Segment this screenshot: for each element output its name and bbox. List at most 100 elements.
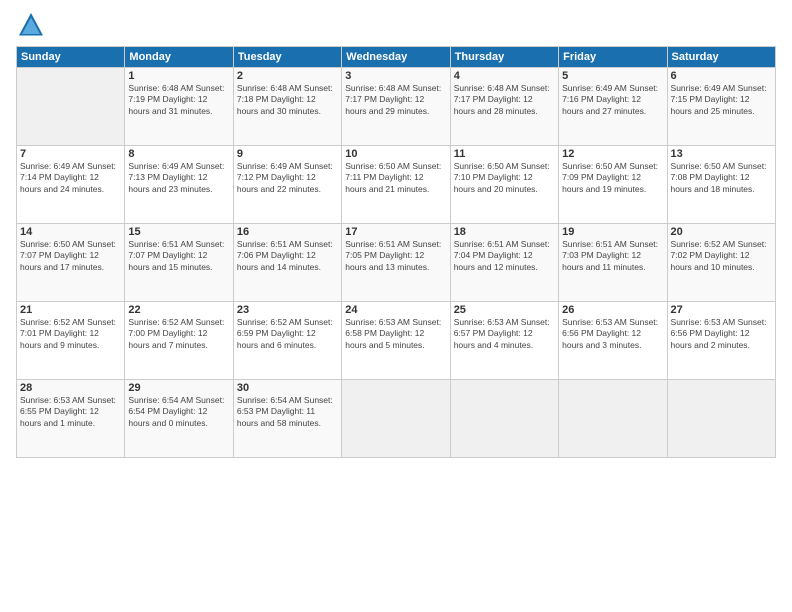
day-number: 3 — [345, 70, 446, 82]
calendar-cell: 12Sunrise: 6:50 AM Sunset: 7:09 PM Dayli… — [559, 146, 667, 224]
cell-content: Sunrise: 6:50 AM Sunset: 7:09 PM Dayligh… — [562, 161, 663, 195]
cell-content: Sunrise: 6:48 AM Sunset: 7:17 PM Dayligh… — [454, 83, 555, 117]
week-row-5: 28Sunrise: 6:53 AM Sunset: 6:55 PM Dayli… — [17, 380, 776, 458]
calendar-cell: 27Sunrise: 6:53 AM Sunset: 6:56 PM Dayli… — [667, 302, 775, 380]
cell-content: Sunrise: 6:50 AM Sunset: 7:08 PM Dayligh… — [671, 161, 772, 195]
calendar-cell: 22Sunrise: 6:52 AM Sunset: 7:00 PM Dayli… — [125, 302, 233, 380]
calendar-cell: 1Sunrise: 6:48 AM Sunset: 7:19 PM Daylig… — [125, 68, 233, 146]
calendar-cell — [342, 380, 450, 458]
cell-content: Sunrise: 6:50 AM Sunset: 7:07 PM Dayligh… — [20, 239, 121, 273]
calendar-cell: 26Sunrise: 6:53 AM Sunset: 6:56 PM Dayli… — [559, 302, 667, 380]
calendar-cell: 29Sunrise: 6:54 AM Sunset: 6:54 PM Dayli… — [125, 380, 233, 458]
cell-content: Sunrise: 6:51 AM Sunset: 7:03 PM Dayligh… — [562, 239, 663, 273]
day-number: 15 — [128, 226, 229, 238]
page: SundayMondayTuesdayWednesdayThursdayFrid… — [0, 0, 792, 612]
day-number: 22 — [128, 304, 229, 316]
calendar-cell: 4Sunrise: 6:48 AM Sunset: 7:17 PM Daylig… — [450, 68, 558, 146]
weekday-header-thursday: Thursday — [450, 47, 558, 68]
cell-content: Sunrise: 6:49 AM Sunset: 7:16 PM Dayligh… — [562, 83, 663, 117]
day-number: 12 — [562, 148, 663, 160]
cell-content: Sunrise: 6:49 AM Sunset: 7:15 PM Dayligh… — [671, 83, 772, 117]
calendar-cell: 24Sunrise: 6:53 AM Sunset: 6:58 PM Dayli… — [342, 302, 450, 380]
day-number: 17 — [345, 226, 446, 238]
day-number: 8 — [128, 148, 229, 160]
calendar-cell: 7Sunrise: 6:49 AM Sunset: 7:14 PM Daylig… — [17, 146, 125, 224]
cell-content: Sunrise: 6:51 AM Sunset: 7:06 PM Dayligh… — [237, 239, 338, 273]
calendar-cell: 13Sunrise: 6:50 AM Sunset: 7:08 PM Dayli… — [667, 146, 775, 224]
day-number: 16 — [237, 226, 338, 238]
calendar-cell: 8Sunrise: 6:49 AM Sunset: 7:13 PM Daylig… — [125, 146, 233, 224]
calendar-cell — [559, 380, 667, 458]
day-number: 10 — [345, 148, 446, 160]
calendar-cell: 10Sunrise: 6:50 AM Sunset: 7:11 PM Dayli… — [342, 146, 450, 224]
weekday-header-sunday: Sunday — [17, 47, 125, 68]
cell-content: Sunrise: 6:49 AM Sunset: 7:12 PM Dayligh… — [237, 161, 338, 195]
cell-content: Sunrise: 6:53 AM Sunset: 6:56 PM Dayligh… — [671, 317, 772, 351]
cell-content: Sunrise: 6:53 AM Sunset: 6:56 PM Dayligh… — [562, 317, 663, 351]
day-number: 18 — [454, 226, 555, 238]
weekday-header-wednesday: Wednesday — [342, 47, 450, 68]
weekday-header-monday: Monday — [125, 47, 233, 68]
day-number: 23 — [237, 304, 338, 316]
cell-content: Sunrise: 6:54 AM Sunset: 6:54 PM Dayligh… — [128, 395, 229, 429]
day-number: 25 — [454, 304, 555, 316]
day-number: 11 — [454, 148, 555, 160]
weekday-header-saturday: Saturday — [667, 47, 775, 68]
calendar-cell: 28Sunrise: 6:53 AM Sunset: 6:55 PM Dayli… — [17, 380, 125, 458]
day-number: 24 — [345, 304, 446, 316]
day-number: 6 — [671, 70, 772, 82]
cell-content: Sunrise: 6:50 AM Sunset: 7:10 PM Dayligh… — [454, 161, 555, 195]
calendar-cell: 6Sunrise: 6:49 AM Sunset: 7:15 PM Daylig… — [667, 68, 775, 146]
calendar-cell: 9Sunrise: 6:49 AM Sunset: 7:12 PM Daylig… — [233, 146, 341, 224]
calendar-cell: 14Sunrise: 6:50 AM Sunset: 7:07 PM Dayli… — [17, 224, 125, 302]
calendar-cell: 16Sunrise: 6:51 AM Sunset: 7:06 PM Dayli… — [233, 224, 341, 302]
cell-content: Sunrise: 6:53 AM Sunset: 6:57 PM Dayligh… — [454, 317, 555, 351]
calendar-cell: 11Sunrise: 6:50 AM Sunset: 7:10 PM Dayli… — [450, 146, 558, 224]
calendar-cell: 18Sunrise: 6:51 AM Sunset: 7:04 PM Dayli… — [450, 224, 558, 302]
cell-content: Sunrise: 6:52 AM Sunset: 7:00 PM Dayligh… — [128, 317, 229, 351]
calendar-cell: 30Sunrise: 6:54 AM Sunset: 6:53 PM Dayli… — [233, 380, 341, 458]
calendar-cell: 19Sunrise: 6:51 AM Sunset: 7:03 PM Dayli… — [559, 224, 667, 302]
calendar-cell — [450, 380, 558, 458]
day-number: 30 — [237, 382, 338, 394]
cell-content: Sunrise: 6:52 AM Sunset: 7:01 PM Dayligh… — [20, 317, 121, 351]
day-number: 26 — [562, 304, 663, 316]
day-number: 27 — [671, 304, 772, 316]
calendar-cell — [667, 380, 775, 458]
day-number: 13 — [671, 148, 772, 160]
cell-content: Sunrise: 6:52 AM Sunset: 6:59 PM Dayligh… — [237, 317, 338, 351]
cell-content: Sunrise: 6:51 AM Sunset: 7:05 PM Dayligh… — [345, 239, 446, 273]
cell-content: Sunrise: 6:49 AM Sunset: 7:14 PM Dayligh… — [20, 161, 121, 195]
day-number: 5 — [562, 70, 663, 82]
day-number: 4 — [454, 70, 555, 82]
calendar-cell: 5Sunrise: 6:49 AM Sunset: 7:16 PM Daylig… — [559, 68, 667, 146]
weekday-header-row: SundayMondayTuesdayWednesdayThursdayFrid… — [17, 47, 776, 68]
day-number: 29 — [128, 382, 229, 394]
calendar-cell: 25Sunrise: 6:53 AM Sunset: 6:57 PM Dayli… — [450, 302, 558, 380]
logo-icon — [16, 10, 46, 40]
cell-content: Sunrise: 6:48 AM Sunset: 7:17 PM Dayligh… — [345, 83, 446, 117]
calendar-cell: 23Sunrise: 6:52 AM Sunset: 6:59 PM Dayli… — [233, 302, 341, 380]
day-number: 9 — [237, 148, 338, 160]
week-row-3: 14Sunrise: 6:50 AM Sunset: 7:07 PM Dayli… — [17, 224, 776, 302]
day-number: 1 — [128, 70, 229, 82]
calendar-cell: 15Sunrise: 6:51 AM Sunset: 7:07 PM Dayli… — [125, 224, 233, 302]
header — [16, 10, 776, 40]
calendar-cell — [17, 68, 125, 146]
calendar-cell: 21Sunrise: 6:52 AM Sunset: 7:01 PM Dayli… — [17, 302, 125, 380]
logo — [16, 10, 48, 40]
cell-content: Sunrise: 6:54 AM Sunset: 6:53 PM Dayligh… — [237, 395, 338, 429]
week-row-4: 21Sunrise: 6:52 AM Sunset: 7:01 PM Dayli… — [17, 302, 776, 380]
day-number: 28 — [20, 382, 121, 394]
day-number: 20 — [671, 226, 772, 238]
calendar-cell: 17Sunrise: 6:51 AM Sunset: 7:05 PM Dayli… — [342, 224, 450, 302]
week-row-1: 1Sunrise: 6:48 AM Sunset: 7:19 PM Daylig… — [17, 68, 776, 146]
day-number: 19 — [562, 226, 663, 238]
cell-content: Sunrise: 6:53 AM Sunset: 6:58 PM Dayligh… — [345, 317, 446, 351]
day-number: 2 — [237, 70, 338, 82]
cell-content: Sunrise: 6:50 AM Sunset: 7:11 PM Dayligh… — [345, 161, 446, 195]
calendar-cell: 2Sunrise: 6:48 AM Sunset: 7:18 PM Daylig… — [233, 68, 341, 146]
calendar-table: SundayMondayTuesdayWednesdayThursdayFrid… — [16, 46, 776, 458]
cell-content: Sunrise: 6:51 AM Sunset: 7:07 PM Dayligh… — [128, 239, 229, 273]
day-number: 21 — [20, 304, 121, 316]
